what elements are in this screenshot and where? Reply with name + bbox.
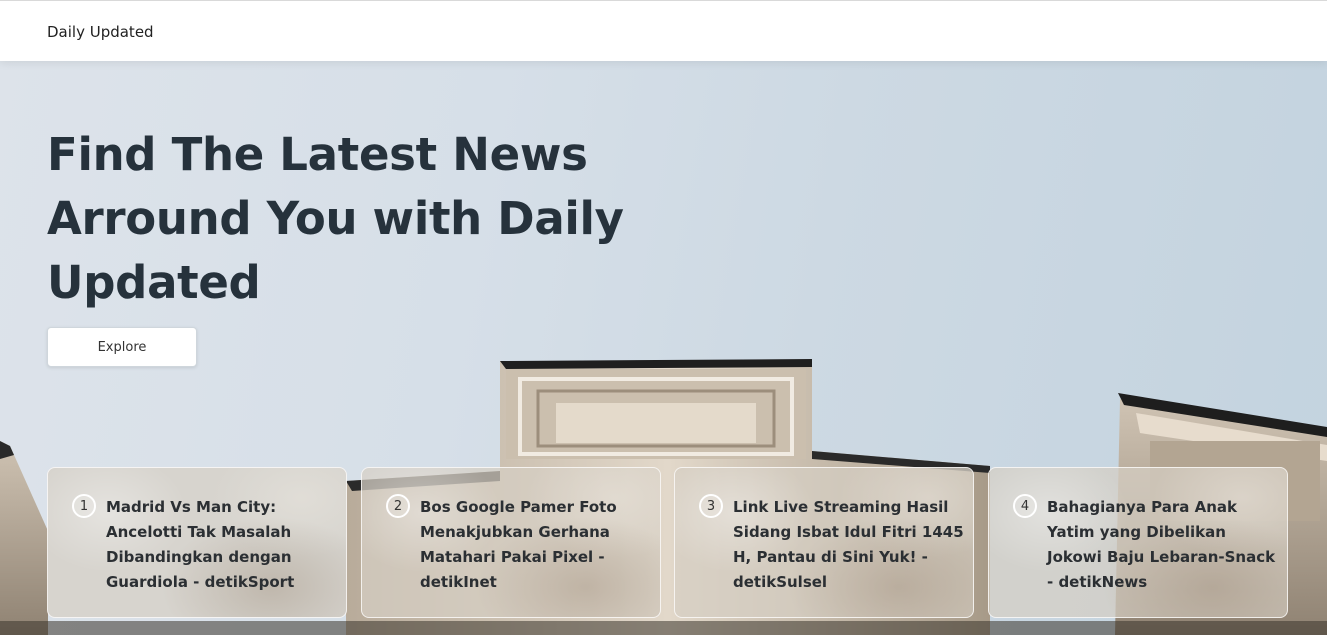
news-card[interactable]: 1 Madrid Vs Man City: Ancelotti Tak Masa… (47, 467, 347, 618)
news-title[interactable]: Madrid Vs Man City: Ancelotti Tak Masala… (106, 495, 338, 595)
brand-link[interactable]: Daily Updated (47, 23, 154, 41)
news-number-badge: 4 (1013, 494, 1037, 518)
news-card[interactable]: 4 Bahagianya Para Anak Yatim yang Dibeli… (988, 467, 1288, 618)
navbar: Daily Updated (0, 0, 1327, 61)
hero-section: Find The Latest News Arround You with Da… (0, 61, 1327, 635)
news-cards: 1 Madrid Vs Man City: Ancelotti Tak Masa… (47, 467, 1289, 619)
news-title[interactable]: Bahagianya Para Anak Yatim yang Dibelika… (1047, 495, 1279, 595)
explore-button[interactable]: Explore (47, 327, 197, 367)
news-card[interactable]: 3 Link Live Streaming Hasil Sidang Isbat… (674, 467, 974, 618)
hero-headline: Find The Latest News Arround You with Da… (47, 128, 624, 309)
news-card[interactable]: 2 Bos Google Pamer Foto Menakjubkan Gerh… (361, 467, 661, 618)
news-title[interactable]: Link Live Streaming Hasil Sidang Isbat I… (733, 495, 965, 595)
news-number-badge: 1 (72, 494, 96, 518)
page: Daily Updated Find The Latest News Arrou… (0, 0, 1327, 635)
news-title[interactable]: Bos Google Pamer Foto Menakjubkan Gerhan… (420, 495, 652, 595)
news-number-badge: 3 (699, 494, 723, 518)
news-number-badge: 2 (386, 494, 410, 518)
